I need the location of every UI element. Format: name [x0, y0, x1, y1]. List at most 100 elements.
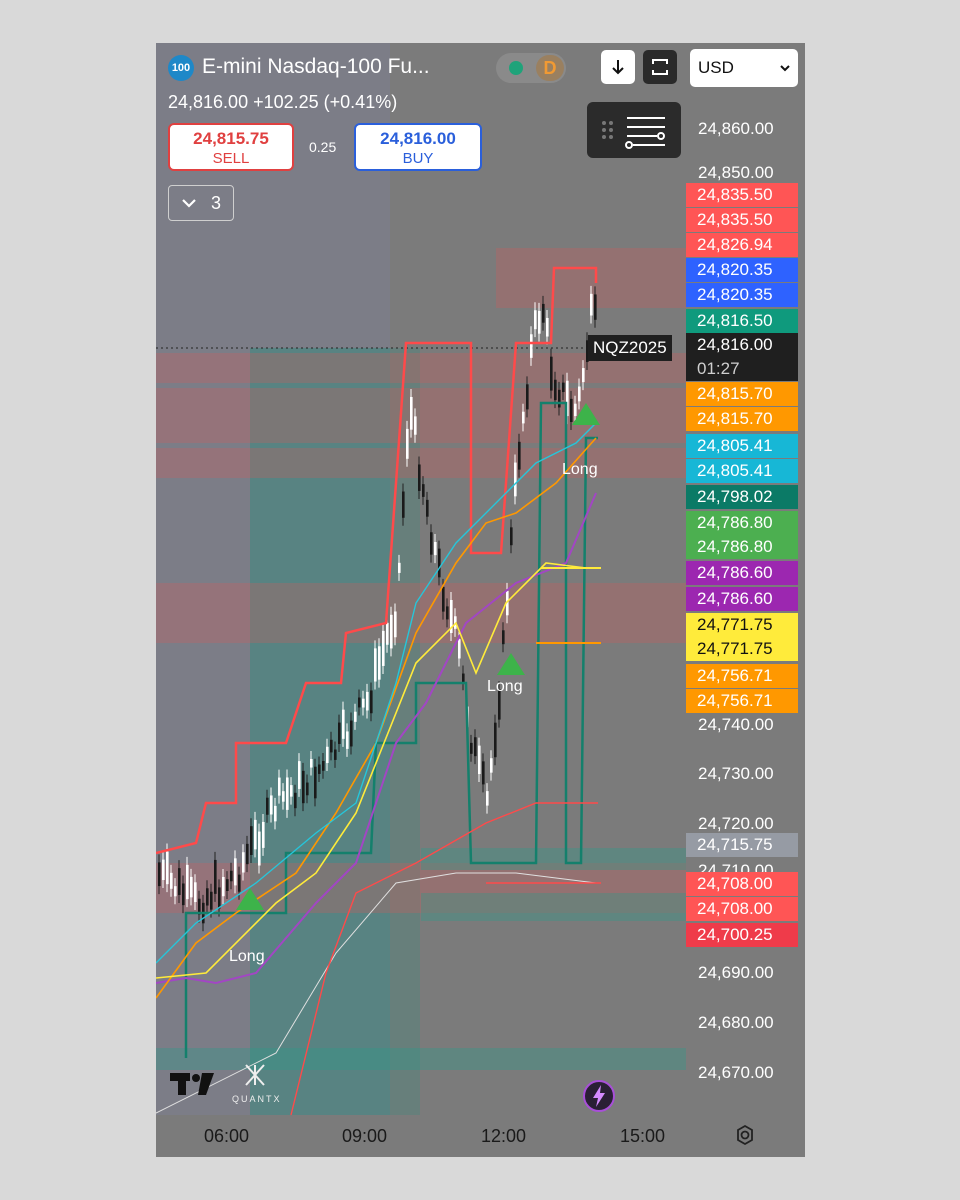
- candle-body: [326, 746, 329, 764]
- candle-body: [206, 888, 209, 906]
- gear-icon: [737, 1124, 753, 1146]
- candle-body: [254, 819, 257, 850]
- candle-body: [306, 782, 309, 796]
- candle-body: [190, 876, 193, 898]
- candle-body: [530, 334, 533, 358]
- support-band: [421, 893, 686, 921]
- candle-body: [570, 398, 573, 422]
- symbol-title[interactable]: E-mini Nasdaq-100 Fu...: [202, 55, 430, 79]
- current-price: 24,816.00: [697, 335, 773, 354]
- support-band: [421, 848, 686, 870]
- alerts-button[interactable]: [582, 1079, 616, 1113]
- candle-body: [558, 389, 561, 408]
- candle-body: [230, 870, 233, 882]
- candle-body: [382, 630, 385, 666]
- quantx-logo: QUANTX: [232, 1063, 282, 1104]
- resistance-band: [156, 448, 686, 478]
- sell-button[interactable]: 24,815.75 SELL: [168, 123, 294, 171]
- candle-body: [290, 785, 293, 797]
- candle-body: [518, 441, 521, 470]
- candle-body: [158, 862, 161, 887]
- tradingview-logo: [170, 1069, 222, 1104]
- interval-badge[interactable]: D: [536, 55, 564, 81]
- candle-body: [342, 709, 345, 739]
- spread-value: 0.25: [309, 139, 337, 155]
- candle-body: [538, 310, 541, 334]
- candle-body: [474, 737, 477, 757]
- download-button[interactable]: [601, 50, 635, 84]
- long-signal-triangle: [497, 653, 525, 675]
- candle-body: [534, 310, 537, 330]
- candle-body: [294, 792, 297, 809]
- indicators-collapse-button[interactable]: 3: [168, 185, 234, 221]
- candle-body: [210, 891, 213, 910]
- time-axis-label: 15:00: [620, 1126, 666, 1146]
- candle-body: [274, 805, 277, 822]
- candle-body: [362, 698, 365, 708]
- chart-layout-panel[interactable]: [587, 102, 681, 158]
- candle-body: [562, 382, 565, 393]
- price-change: +102.25 (+0.41%): [253, 92, 398, 112]
- candle-body: [330, 739, 333, 753]
- candle-body: [270, 795, 273, 815]
- candle-body: [542, 303, 545, 323]
- price-tag: 24,786.80: [686, 535, 798, 559]
- buy-button[interactable]: 24,816.00 BUY: [354, 123, 482, 171]
- candle-body: [470, 742, 473, 754]
- candle-body: [590, 293, 593, 316]
- candle-body: [434, 541, 437, 556]
- candle-body: [282, 791, 285, 802]
- long-signal-label: Long: [562, 461, 598, 478]
- candle-body: [310, 758, 313, 768]
- price-tag: 24,771.75: [686, 613, 798, 637]
- candle-body: [482, 761, 485, 785]
- sell-price: 24,815.75: [193, 129, 269, 148]
- settings-button[interactable]: [733, 1123, 757, 1147]
- fullscreen-button[interactable]: [643, 50, 677, 84]
- candle-body: [426, 499, 429, 517]
- candle-body: [314, 766, 317, 799]
- candle-body: [386, 622, 389, 645]
- candle-body: [510, 527, 513, 546]
- candle-body: [370, 690, 373, 714]
- quantx-wordmark: QUANTX: [232, 1094, 282, 1104]
- candle-body: [238, 874, 241, 892]
- candle-body: [278, 777, 281, 796]
- candle-body: [318, 764, 321, 774]
- candle-body: [502, 630, 505, 645]
- price-tag: 24,786.60: [686, 561, 798, 585]
- price-tag: 24,835.50: [686, 183, 798, 207]
- price-tag: 24,815.70: [686, 407, 798, 431]
- indicator-count: 3: [210, 192, 221, 213]
- last-price: 24,816.00: [168, 92, 249, 112]
- candle-body: [194, 882, 197, 903]
- candle-body: [334, 749, 337, 760]
- arrow-down-icon: [612, 60, 624, 75]
- candle-body: [262, 821, 265, 848]
- candle-body: [430, 532, 433, 555]
- chevron-down-icon: [780, 65, 790, 72]
- candle-body: [302, 770, 305, 804]
- price-change-line: 24,816.00 +102.25 (+0.41%): [168, 92, 397, 113]
- symbol-logo: 100: [168, 55, 194, 81]
- price-tag: 24,756.71: [686, 664, 798, 688]
- candle-body: [162, 859, 165, 881]
- price-axis-tick: 24,680.00: [698, 1013, 774, 1032]
- candle-body: [574, 403, 577, 417]
- candle-body: [186, 864, 189, 900]
- buy-price: 24,816.00: [380, 129, 456, 148]
- candle-body: [398, 562, 401, 573]
- candle-body: [266, 797, 269, 815]
- candle-body: [394, 611, 397, 638]
- price-tag: 24,805.41: [686, 459, 798, 483]
- candle-body: [546, 317, 549, 337]
- lightning-icon: [583, 1080, 615, 1112]
- candle-body: [402, 491, 405, 518]
- time-axis-label: 06:00: [204, 1126, 250, 1146]
- currency-select[interactable]: USD: [690, 49, 798, 87]
- candle-body: [422, 484, 425, 497]
- price-axis-tick: 24,740.00: [698, 715, 774, 734]
- candle-body: [346, 731, 349, 749]
- candle-body: [418, 464, 421, 491]
- candle-body: [214, 859, 217, 894]
